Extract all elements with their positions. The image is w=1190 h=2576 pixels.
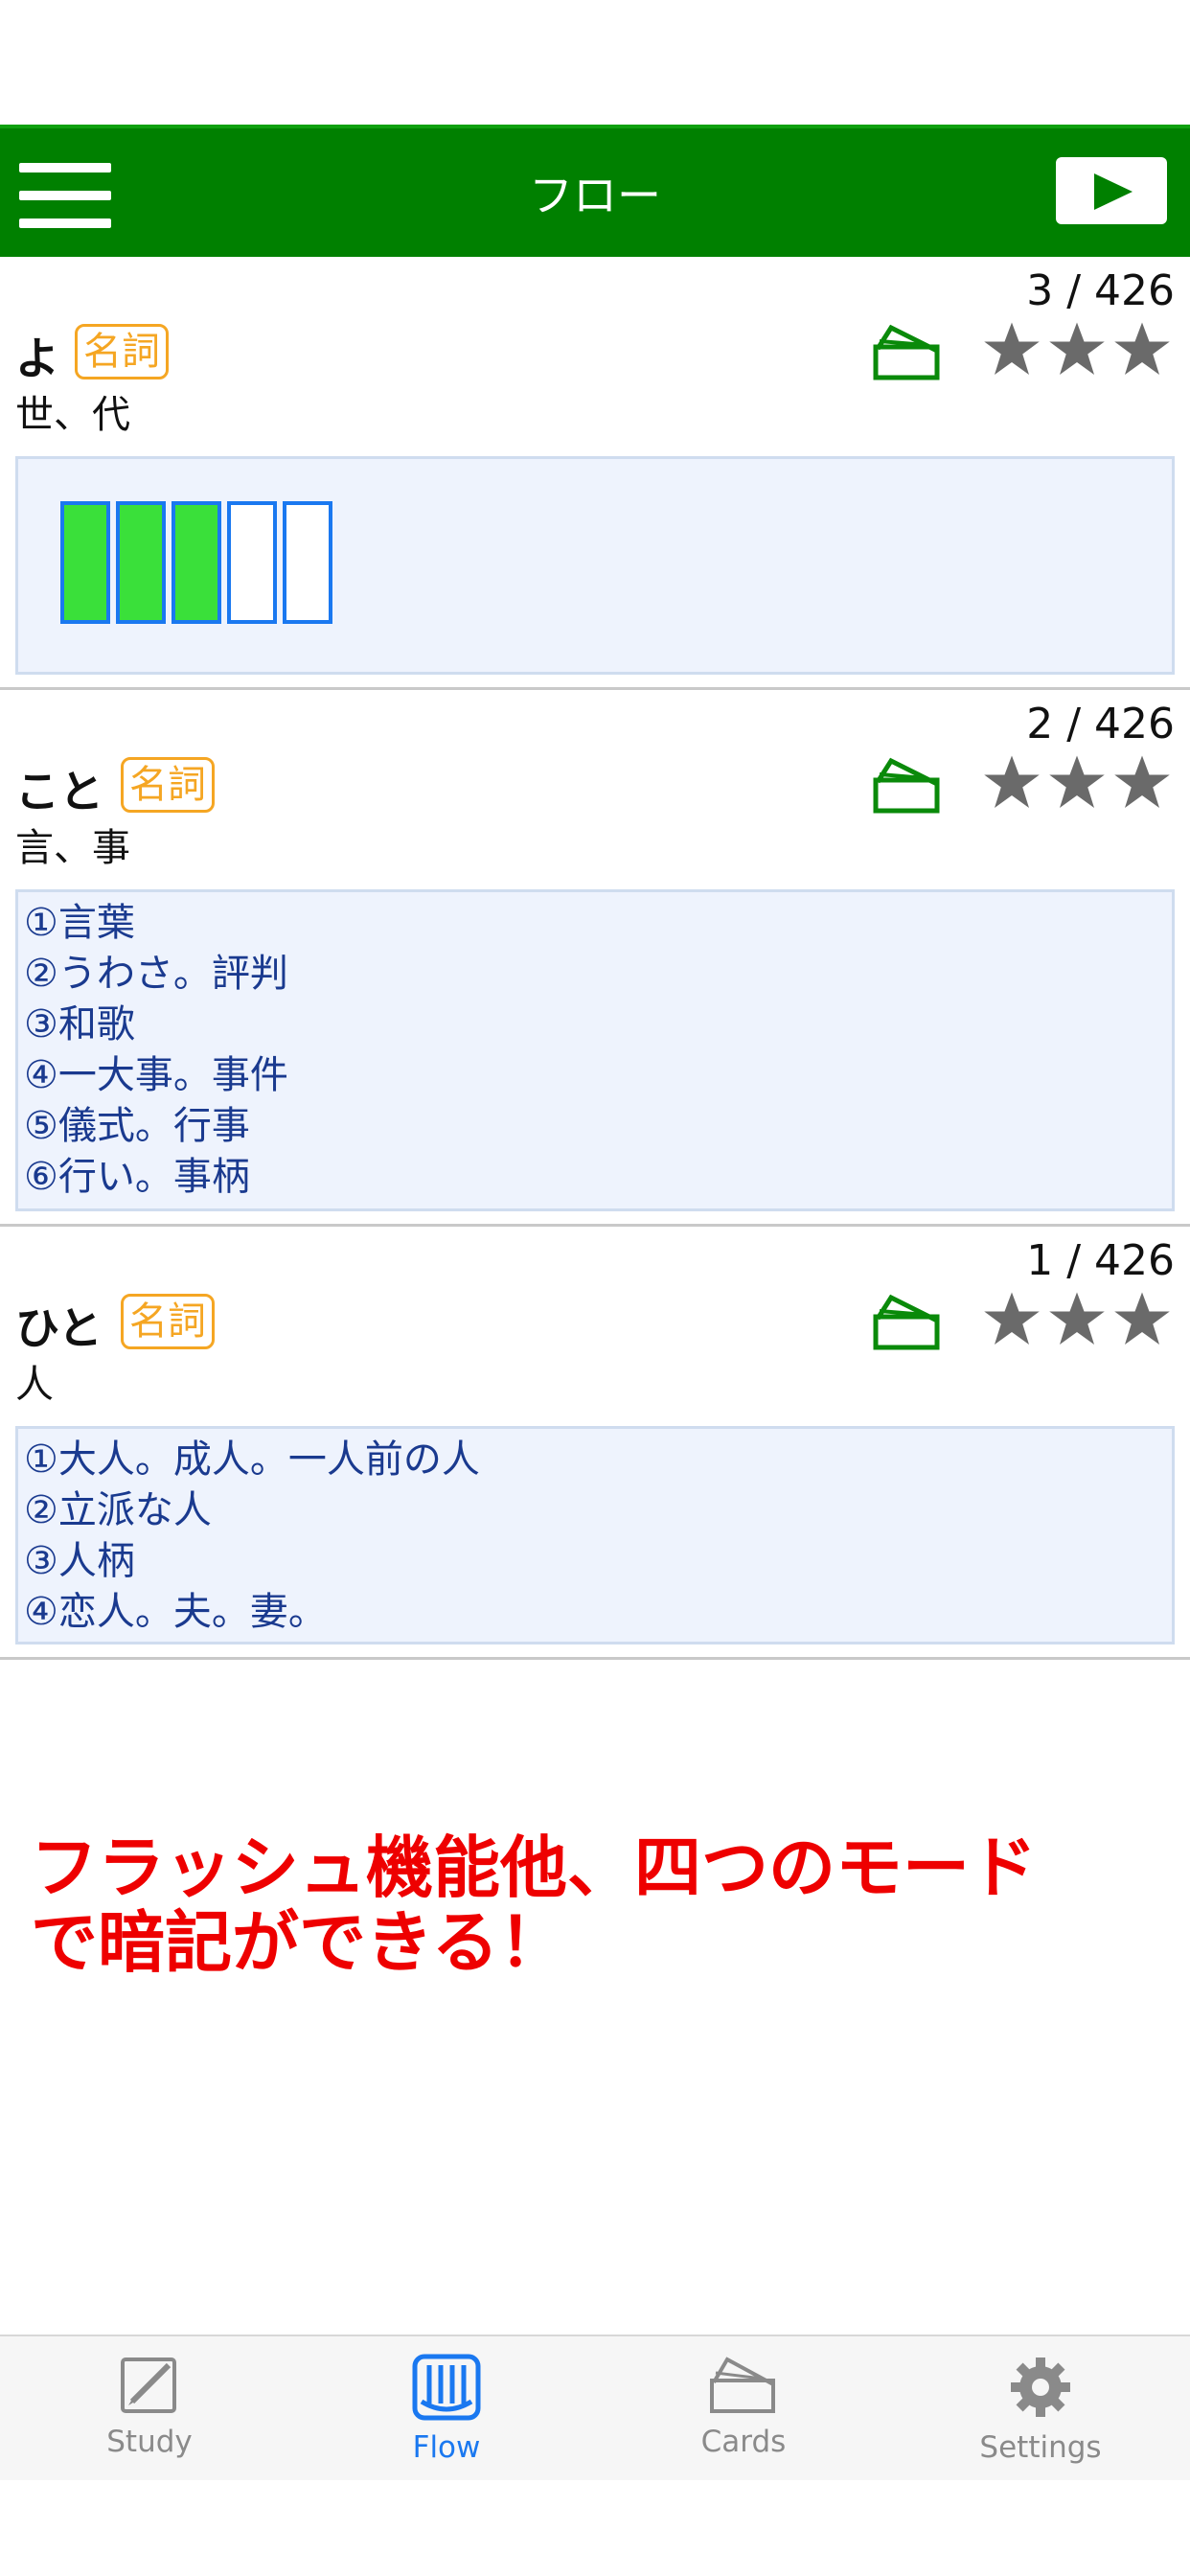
tab-study[interactable]: Study <box>54 2354 245 2459</box>
definition-item: ③人柄 <box>24 1539 135 1583</box>
progress-segment <box>283 501 332 624</box>
star-icon[interactable] <box>1048 320 1106 378</box>
pencil-icon <box>121 2358 176 2413</box>
word-kanji: 世、代 <box>15 393 130 437</box>
definition-item: ④一大事。事件 <box>24 1053 288 1097</box>
tab-flow[interactable]: Flow <box>351 2354 542 2465</box>
tab-label: Study <box>106 2425 193 2459</box>
tab-bar: Study Flow Cards Settings <box>0 2334 1190 2480</box>
card-counter: 3 / 426 <box>1026 266 1175 315</box>
cards-icon[interactable] <box>872 320 943 381</box>
definition-item: ⑤儀式。行事 <box>24 1104 250 1148</box>
card-counter: 2 / 426 <box>1026 700 1175 748</box>
rating-stars <box>983 1290 1171 1347</box>
rating-stars <box>983 320 1171 378</box>
cards-icon[interactable] <box>872 1290 943 1351</box>
promo-line: で暗記ができる！ <box>31 1903 566 1982</box>
word-card[interactable]: 2 / 426 こと 名詞 言、事 ①言葉 ②うわさ。評判 ③和歌 ④一大事。事… <box>0 690 1190 1227</box>
definition-item: ③和歌 <box>24 1002 135 1046</box>
progress-box <box>15 456 1175 675</box>
definition-item: ①言葉 <box>24 901 135 945</box>
tab-settings[interactable]: Settings <box>945 2354 1136 2465</box>
definition-item: ①大人。成人。一人前の人 <box>24 1438 480 1482</box>
star-icon[interactable] <box>983 320 1041 378</box>
star-icon[interactable] <box>1048 1290 1106 1347</box>
word-reading: こと <box>15 766 103 817</box>
tab-cards[interactable]: Cards <box>648 2354 839 2459</box>
progress-meter <box>60 501 338 624</box>
gear-icon <box>1011 2358 1070 2417</box>
page-title: フロー <box>529 170 661 221</box>
star-icon[interactable] <box>1113 1290 1171 1347</box>
part-of-speech-badge: 名詞 <box>121 1294 215 1349</box>
definition-item: ④恋人。夫。妻。 <box>24 1590 327 1634</box>
part-of-speech-badge: 名詞 <box>121 757 215 813</box>
definition-item: ②立派な人 <box>24 1488 212 1532</box>
progress-segment <box>116 501 166 624</box>
word-card[interactable]: 1 / 426 ひと 名詞 人 ①大人。成人。一人前の人 ②立派な人 ③人柄 ④… <box>0 1227 1190 1660</box>
flow-icon <box>412 2354 481 2421</box>
star-icon[interactable] <box>983 753 1041 811</box>
word-card[interactable]: 3 / 426 よ 名詞 世、代 <box>0 257 1190 690</box>
definition-list: ①言葉 ②うわさ。評判 ③和歌 ④一大事。事件 ⑤儀式。行事 ⑥行い。事柄 <box>18 892 1172 1203</box>
word-kanji: 人 <box>15 1363 54 1407</box>
cards-icon[interactable] <box>872 753 943 815</box>
tab-label: Cards <box>700 2425 787 2459</box>
word-reading: よ <box>15 333 59 384</box>
definition-box: ①言葉 ②うわさ。評判 ③和歌 ④一大事。事件 ⑤儀式。行事 ⑥行い。事柄 <box>15 889 1175 1211</box>
definition-item: ②うわさ。評判 <box>24 952 288 996</box>
cards-icon <box>710 2357 775 2413</box>
definition-box: ①大人。成人。一人前の人 ②立派な人 ③人柄 ④恋人。夫。妻。 <box>15 1426 1175 1644</box>
definition-list: ①大人。成人。一人前の人 ②立派な人 ③人柄 ④恋人。夫。妻。 <box>18 1429 1172 1638</box>
word-reading: ひと <box>15 1302 103 1354</box>
star-icon[interactable] <box>983 1290 1041 1347</box>
promo-line: フラッシュ機能他、四つのモード <box>31 1828 1037 1907</box>
progress-segment <box>60 501 110 624</box>
play-button[interactable] <box>1056 157 1167 224</box>
play-icon <box>1094 173 1133 210</box>
star-icon[interactable] <box>1113 753 1171 811</box>
star-icon[interactable] <box>1113 320 1171 378</box>
progress-segment <box>227 501 277 624</box>
part-of-speech-badge: 名詞 <box>75 324 169 380</box>
promo-caption: フラッシュ機能他、四つのモード で暗記ができる！ <box>31 1830 1171 1980</box>
navigation-bar: フロー <box>0 125 1190 257</box>
definition-item: ⑥行い。事柄 <box>24 1155 250 1199</box>
tab-label: Flow <box>412 2430 481 2465</box>
card-counter: 1 / 426 <box>1026 1236 1175 1285</box>
rating-stars <box>983 753 1171 811</box>
tab-label: Settings <box>979 2430 1102 2465</box>
star-icon[interactable] <box>1048 753 1106 811</box>
word-kanji: 言、事 <box>15 826 130 870</box>
progress-segment <box>172 501 221 624</box>
